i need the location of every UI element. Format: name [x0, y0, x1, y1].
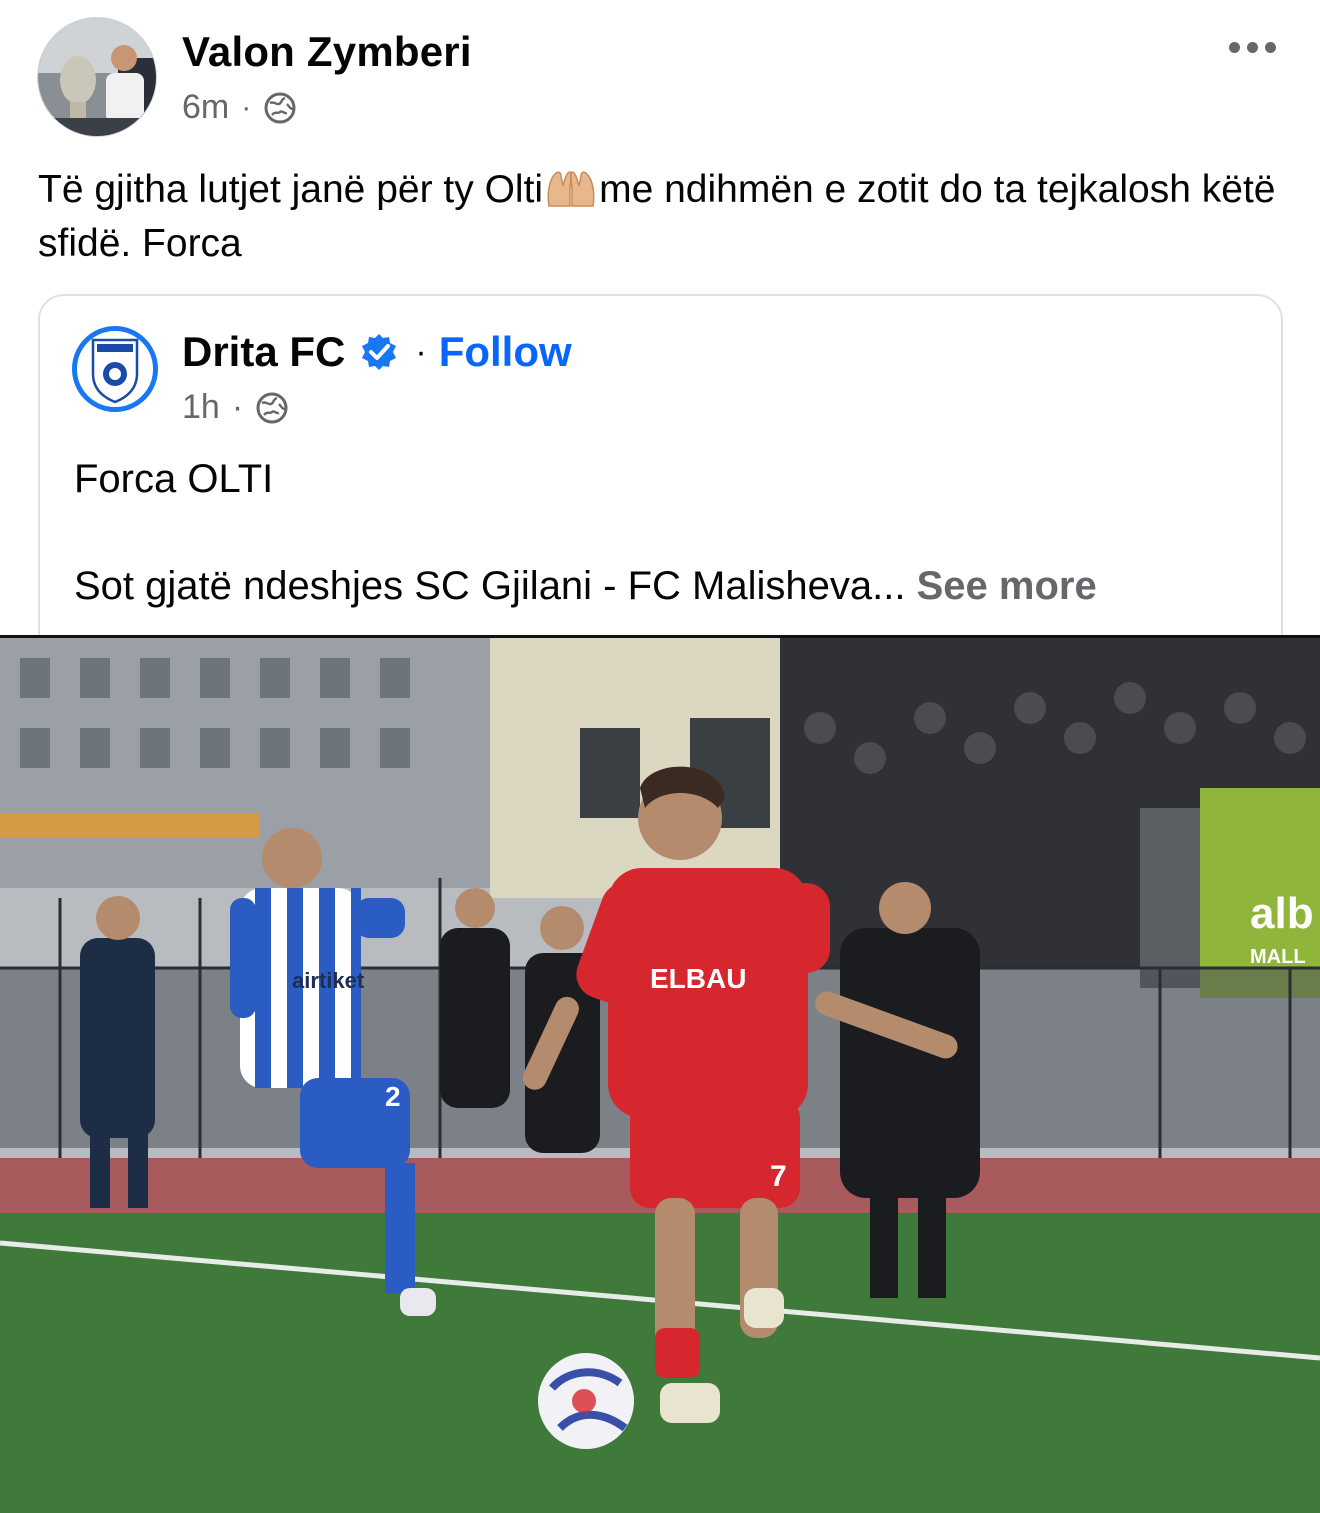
shared-post-card[interactable]: Drita FC · Follow 1h · Forca OLTI Sot gj…	[38, 294, 1283, 694]
shared-meta: 1h ·	[182, 388, 289, 427]
meta-separator: ·	[241, 90, 252, 124]
see-more-link[interactable]: See more	[917, 564, 1097, 608]
globe-icon	[256, 392, 288, 423]
shared-header: Drita FC · Follow	[182, 328, 572, 376]
shared-text-line1: Forca OLTI	[74, 457, 274, 501]
post-text-part1: Të gjitha lutjet janë për ty Olti	[38, 168, 544, 211]
red-jersey-sponsor: ELBAU	[650, 963, 746, 994]
shared-page-name[interactable]: Drita FC	[182, 328, 345, 376]
shared-text-body: Sot gjatë ndeshjes SC Gjilani - FC Malis…	[74, 564, 906, 608]
drita-fc-logo[interactable]	[72, 326, 158, 412]
verified-badge-icon	[362, 334, 397, 370]
shared-text-line2: Sot gjatë ndeshjes SC Gjilani - FC Malis…	[74, 564, 1097, 609]
follow-button[interactable]: Follow	[439, 328, 572, 376]
banner-text: alb	[1250, 889, 1314, 938]
red-jersey-number: 7	[770, 1160, 787, 1193]
shared-time[interactable]: 1h	[182, 388, 220, 427]
more-options-icon[interactable]	[1224, 34, 1280, 60]
globe-icon	[264, 92, 296, 123]
author-avatar[interactable]	[37, 17, 157, 137]
shared-separator: ·	[415, 332, 427, 371]
post-meta: 6m ·	[182, 88, 297, 127]
praying-hands-icon	[547, 171, 595, 207]
post-time[interactable]: 6m	[182, 88, 229, 127]
post-photo[interactable]: alb MALL airtiket 2 ELBAU 7	[0, 635, 1320, 1513]
shared-meta-separator: ·	[231, 388, 244, 426]
author-name[interactable]: Valon Zymberi	[182, 28, 472, 76]
blue-jersey-sponsor: airtiket	[292, 968, 365, 993]
banner-subtext: MALL	[1250, 946, 1306, 968]
post-header: Valon Zymberi 6m ·	[0, 0, 1320, 150]
blue-jersey-number: 2	[385, 1081, 401, 1112]
post-text: Të gjitha lutjet janë për ty Olti me ndi…	[38, 163, 1288, 271]
